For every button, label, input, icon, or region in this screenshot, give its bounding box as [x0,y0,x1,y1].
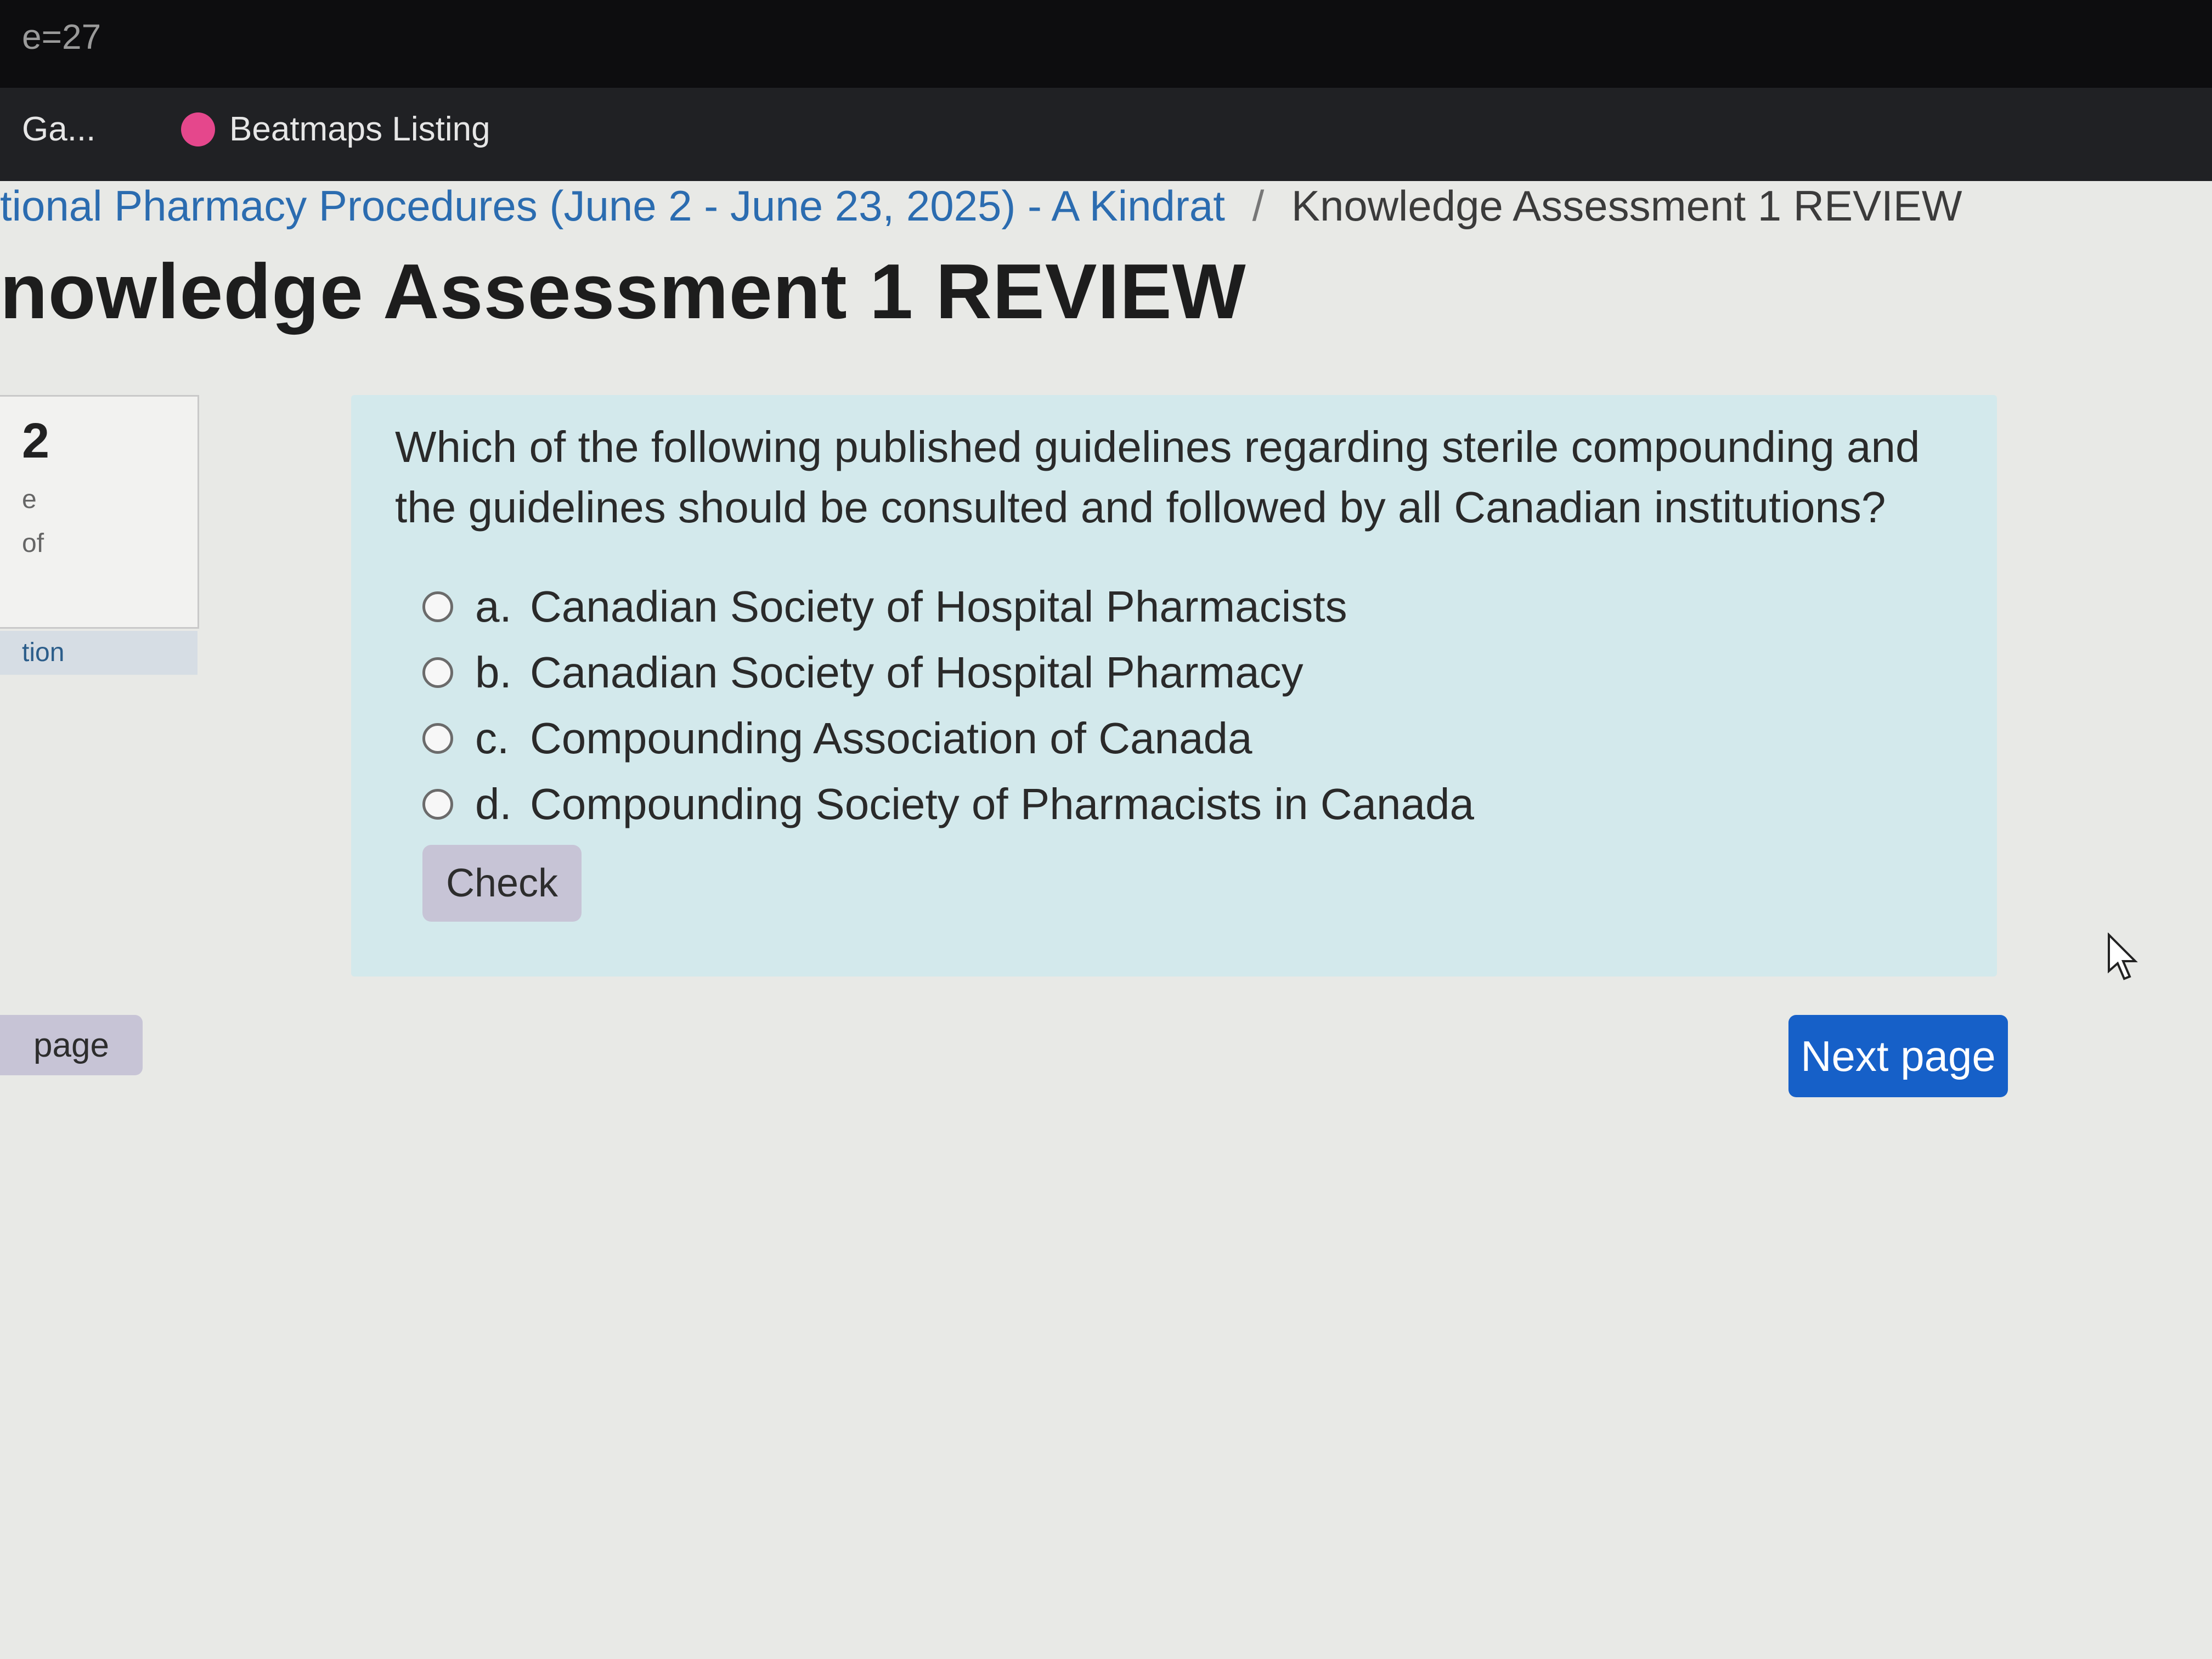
radio-button[interactable] [422,789,453,820]
radio-button[interactable] [422,591,453,622]
browser-address-strip: e=27 [0,0,2212,88]
question-info-card: 2 e of [0,395,199,629]
option-label: Canadian Society of Hospital Pharmacy [530,648,1304,697]
page-title: nowledge Assessment 1 REVIEW [0,248,1246,335]
option-letter: a. [475,582,512,631]
answer-option-d[interactable]: d. Compounding Society of Pharmacists in… [422,779,1474,830]
answer-option-a[interactable]: a. Canadian Society of Hospital Pharmaci… [422,582,1347,632]
question-meta-line: of [22,529,44,558]
bookmark-label: Ga... [22,110,96,148]
question-number: 2 [22,414,50,469]
option-letter: b. [475,648,512,697]
mouse-cursor-icon [2107,932,2140,985]
answer-option-c[interactable]: c. Compounding Association of Canada [422,713,1252,764]
radio-button[interactable] [422,657,453,688]
radio-button[interactable] [422,723,453,754]
option-letter: d. [475,780,512,828]
breadcrumb-course-link[interactable]: tional Pharmacy Procedures (June 2 - Jun… [0,182,1225,230]
option-label: Compounding Society of Pharmacists in Ca… [530,780,1474,828]
answer-option-b[interactable]: b. Canadian Society of Hospital Pharmacy [422,647,1304,698]
beatmaps-favicon-icon [181,112,215,146]
breadcrumb-current: Knowledge Assessment 1 REVIEW [1291,182,1962,230]
breadcrumb-separator: / [1252,182,1265,230]
question-text: Which of the following published guideli… [395,422,1920,532]
check-button[interactable]: Check [422,845,582,922]
option-label: Compounding Association of Canada [530,714,1252,763]
bookmark-label: Beatmaps Listing [229,110,490,148]
previous-page-button[interactable]: page [0,1015,143,1075]
address-fragment: e=27 [22,17,101,57]
quiz-navigation-link[interactable]: tion [0,631,198,675]
question-meta-line: e [22,485,37,514]
breadcrumb: tional Pharmacy Procedures (June 2 - Jun… [0,181,1962,231]
option-label: Canadian Society of Hospital Pharmacists [530,582,1347,631]
bookmarks-bar: Ga... Beatmaps Listing [0,88,2212,181]
bookmark-item-ga[interactable]: Ga... [22,110,95,149]
next-page-button[interactable]: Next page [1788,1015,2008,1097]
bookmark-item-beatmaps[interactable]: Beatmaps Listing [181,110,490,149]
option-letter: c. [475,714,510,763]
